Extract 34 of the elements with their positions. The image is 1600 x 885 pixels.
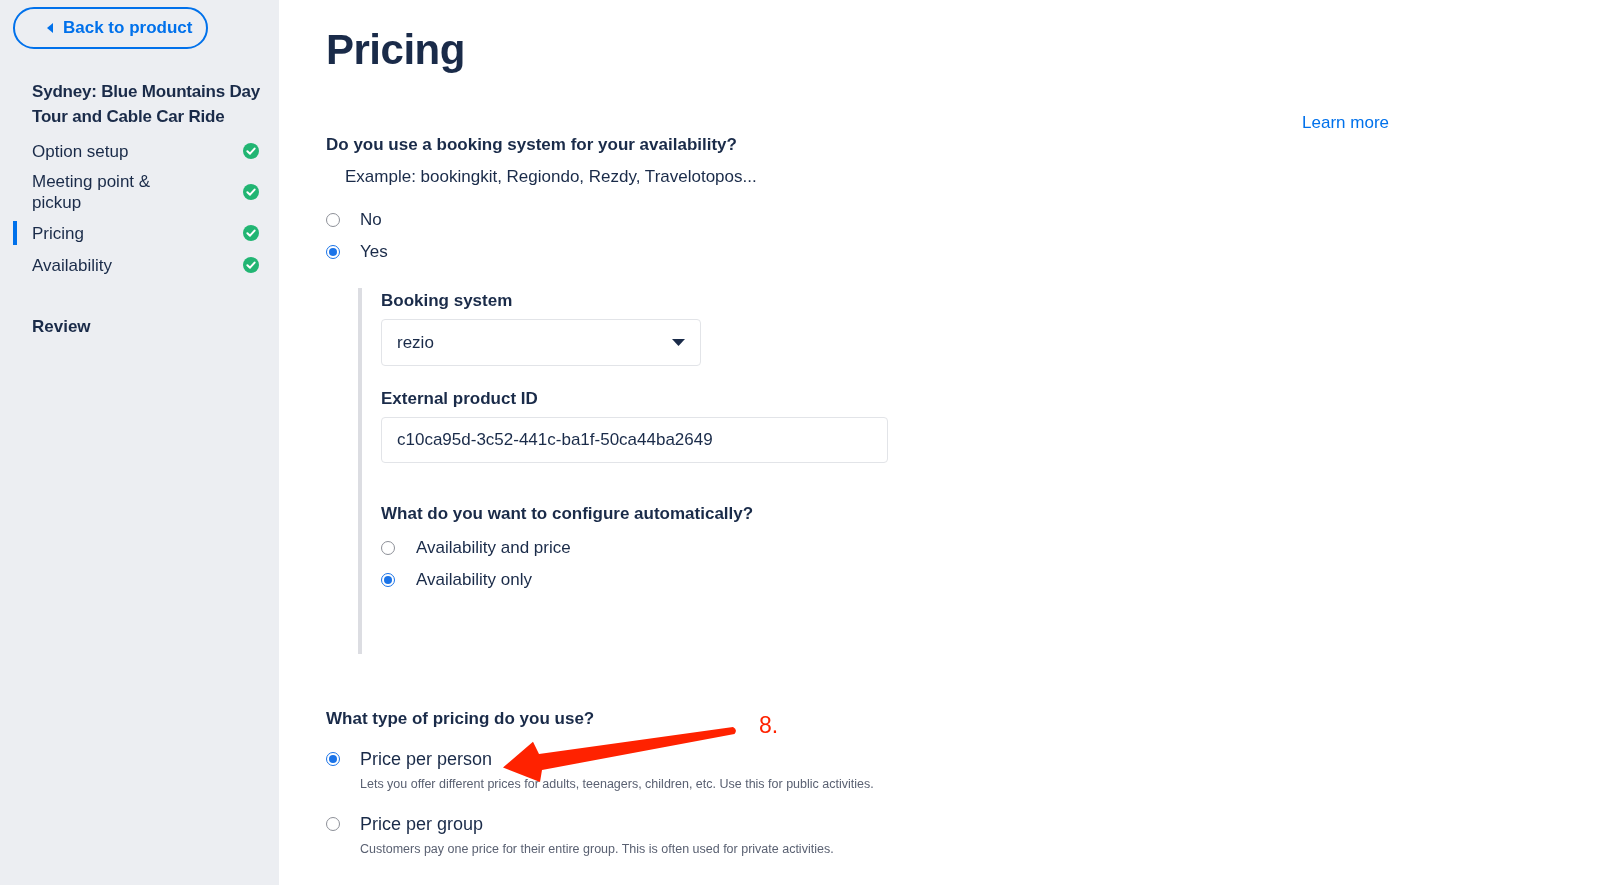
field-label: Booking system xyxy=(381,290,513,312)
page-title: Pricing xyxy=(326,25,465,75)
back-button[interactable]: Back to product xyxy=(13,7,208,49)
radio-button[interactable] xyxy=(326,752,340,766)
option-label: Price per person xyxy=(360,748,493,771)
radio-button[interactable] xyxy=(381,541,395,555)
sidebar-step[interactable]: Option setup xyxy=(13,139,259,163)
option-description: Customers pay one price for their entire group. This is often used for private activities. xyxy=(360,841,834,858)
sidebar-step[interactable]: Availability xyxy=(13,253,259,277)
caret-down-icon xyxy=(672,339,685,346)
question-label: What do you want to configure automatically? xyxy=(381,503,754,525)
hint-text: Example: bookingkit, Regiondo, Rezdy, Travelotopos... xyxy=(345,166,757,188)
field-label: External product ID xyxy=(381,388,538,410)
product-title: Sydney: Blue Mountains Day Tour and Cable Car Ride xyxy=(32,81,262,128)
option-label: Price per group xyxy=(360,813,484,836)
learn-more-link[interactable]: Learn more xyxy=(1302,112,1389,134)
annotation-number: 8. xyxy=(759,712,779,738)
question-label: What type of pricing do you use? xyxy=(326,708,595,730)
option-label: Availability only xyxy=(416,569,532,591)
option-description: Lets you offer different prices for adults, teenagers, children, etc. Use this for public activities. xyxy=(360,776,874,793)
question-label: Do you use a booking system for your availability? xyxy=(326,134,737,156)
caret-left-icon xyxy=(47,23,53,33)
sidebar-step[interactable]: Meeting point & pickup xyxy=(13,171,259,213)
radio-button[interactable] xyxy=(326,213,340,227)
option-label: Yes xyxy=(360,241,388,263)
external-product-id-field[interactable]: c10ca95d-3c52-441c-ba1f-50ca44ba2649 xyxy=(381,417,888,463)
review-step[interactable]: Review xyxy=(32,315,91,339)
radio-button[interactable] xyxy=(381,573,395,587)
sidebar-step[interactable]: Pricing xyxy=(13,221,259,245)
option-label: No xyxy=(360,209,382,231)
radio-button[interactable] xyxy=(326,245,340,259)
radio-button[interactable] xyxy=(326,817,340,831)
booking-system-dropdown[interactable]: rezio xyxy=(381,319,701,366)
option-label: Availability and price xyxy=(416,537,571,559)
